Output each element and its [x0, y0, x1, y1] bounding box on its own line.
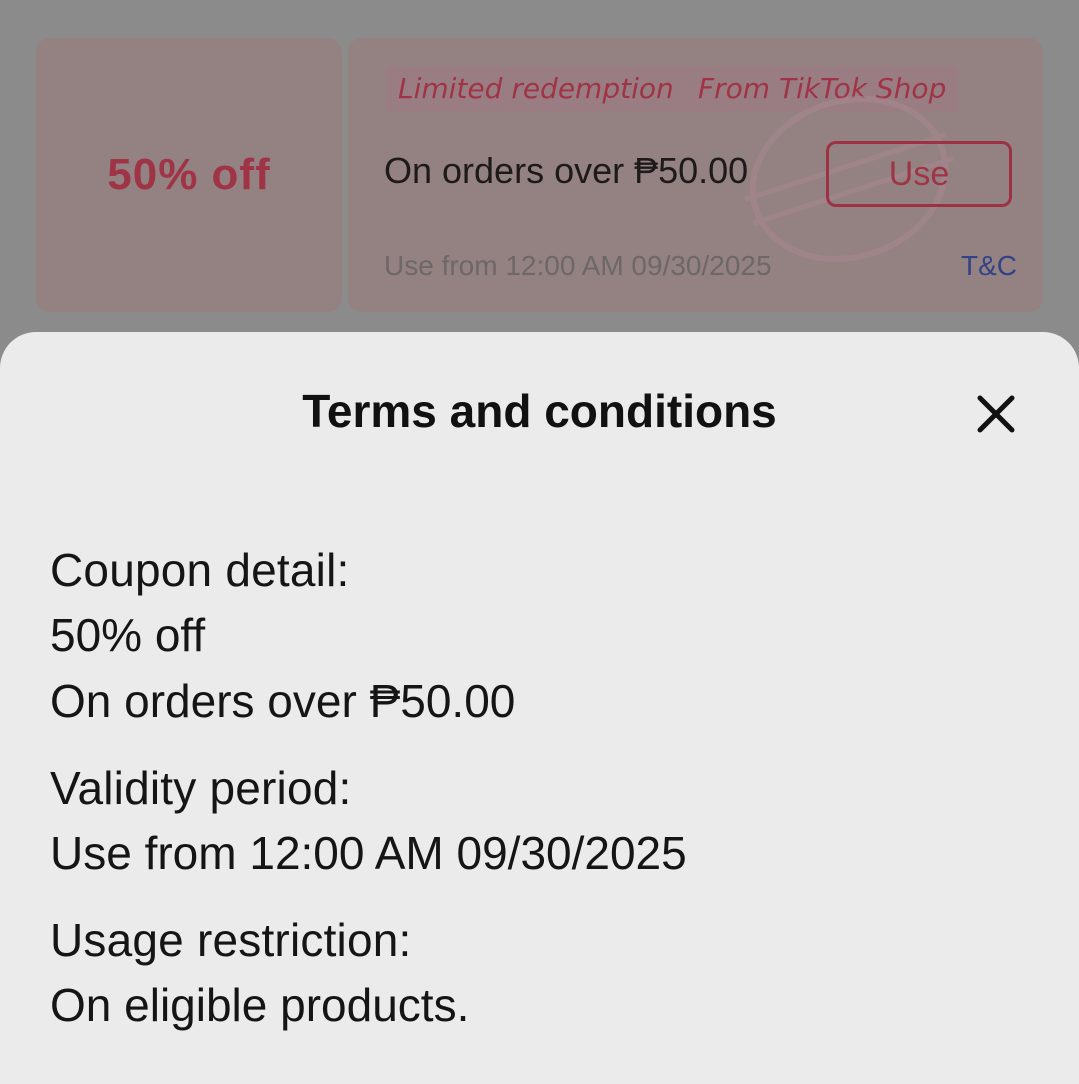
close-icon [977, 395, 1015, 433]
terms-content: Coupon detail: 50% off On orders over ₱5… [50, 538, 1039, 1060]
coupon-validity: Use from 12:00 AM 09/30/2025 [384, 250, 772, 281]
coupon-amount: 50% off [107, 150, 271, 199]
coupon-details-panel: Limited redemption From TikTok Shop On o… [348, 38, 1043, 312]
use-button[interactable]: Use [826, 141, 1012, 207]
tnc-link[interactable]: T&C [961, 250, 1017, 282]
section-heading: Coupon detail: [50, 544, 350, 596]
section-heading: Validity period: [50, 762, 352, 814]
page: 50% off Limited redemption From TikTok S… [0, 0, 1079, 1084]
section-coupon-detail: Coupon detail: 50% off On orders over ₱5… [50, 538, 1039, 734]
coupon-condition: On orders over ₱50.00 [384, 150, 749, 191]
section-usage-restriction: Usage restriction: On eligible products. [50, 908, 1039, 1038]
section-line: On orders over ₱50.00 [50, 675, 516, 727]
section-line: 50% off [50, 609, 206, 661]
close-button[interactable] [968, 386, 1024, 442]
coupon-amount-panel: 50% off [36, 38, 342, 312]
section-line: Use from 12:00 AM 09/30/2025 [50, 827, 687, 879]
section-line: On eligible products. [50, 979, 470, 1031]
terms-bottom-sheet: Terms and conditions Coupon detail: 50% … [0, 332, 1079, 1084]
tag-limited-redemption: Limited redemption [386, 66, 686, 112]
section-heading: Usage restriction: [50, 914, 412, 966]
section-validity-period: Validity period: Use from 12:00 AM 09/30… [50, 756, 1039, 886]
sheet-title: Terms and conditions [302, 385, 777, 437]
coupon-card: 50% off Limited redemption From TikTok S… [36, 29, 1043, 321]
